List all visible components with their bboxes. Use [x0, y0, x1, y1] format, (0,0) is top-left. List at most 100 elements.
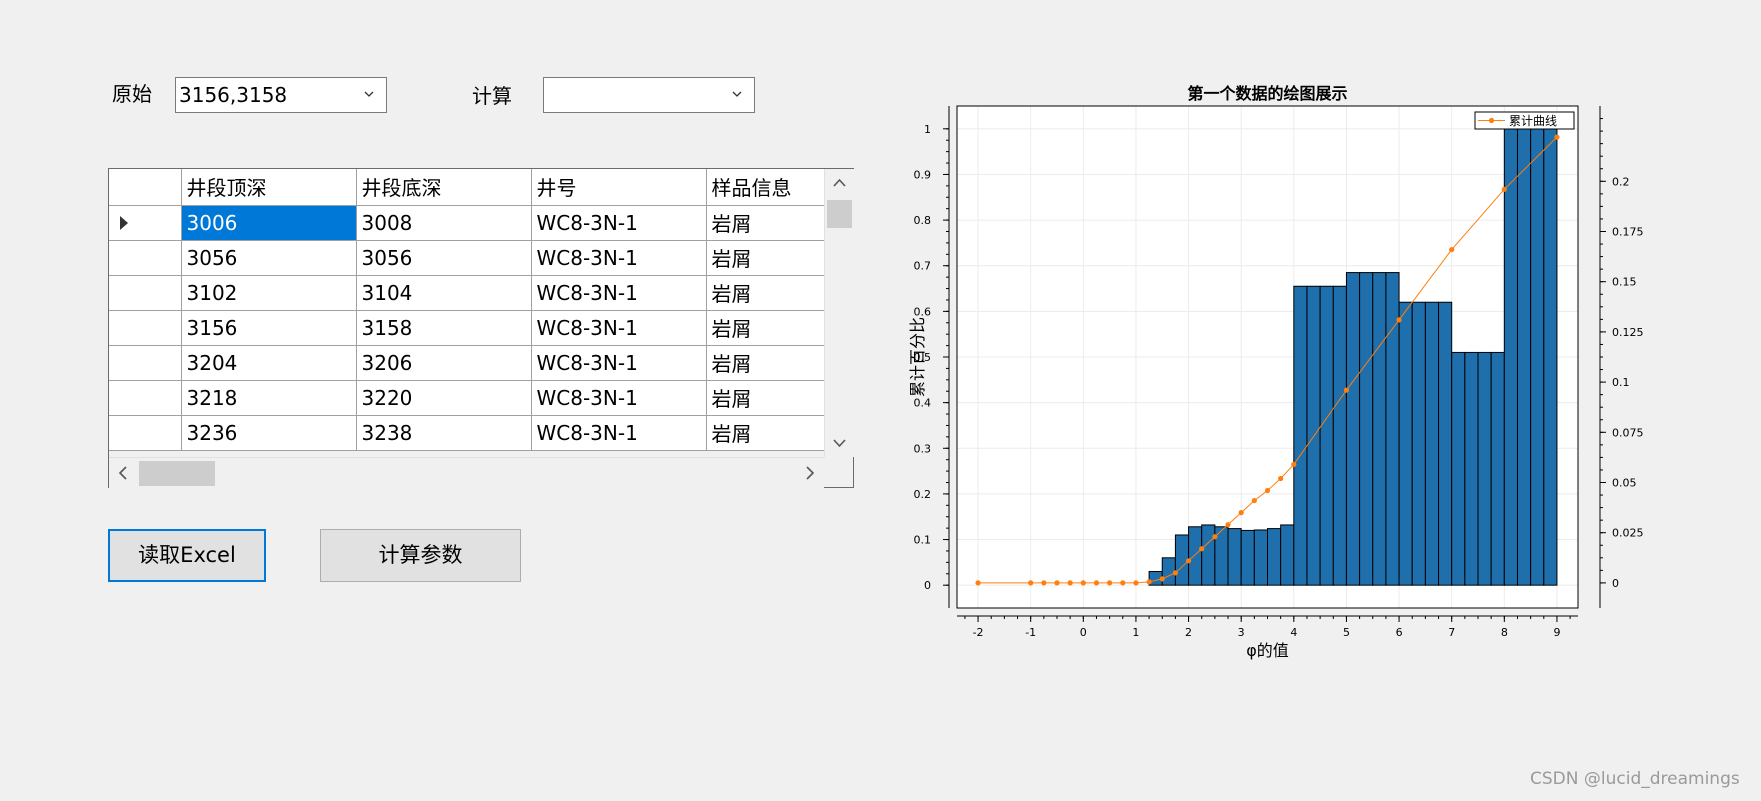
cumulative-point	[1343, 387, 1350, 393]
histogram-bar	[1188, 526, 1203, 586]
cumulative-point	[1554, 134, 1560, 140]
table-cell[interactable]: 岩屑	[706, 380, 825, 416]
table-cell[interactable]: 岩屑	[706, 415, 825, 451]
header-corner	[109, 169, 182, 206]
table-cell[interactable]: 3056	[181, 240, 357, 276]
table-row[interactable]: 3102 3104 WC8-3N-1 岩屑	[109, 275, 825, 311]
x-tick-label: 1	[1132, 626, 1139, 639]
row-header[interactable]	[109, 380, 182, 416]
x-tick-label: 4	[1290, 626, 1297, 639]
y-tick-label: 0.3	[914, 442, 932, 455]
table-cell[interactable]: 3006	[181, 205, 357, 241]
cumulative-point	[1278, 475, 1284, 482]
table-cell[interactable]: WC8-3N-1	[531, 345, 707, 381]
cumulative-point	[975, 580, 981, 586]
y-tick-label: 0.8	[914, 214, 932, 227]
plot-area	[957, 106, 1578, 608]
read-excel-button[interactable]: 读取Excel	[108, 529, 266, 582]
scroll-up-icon[interactable]	[825, 169, 854, 197]
row-header[interactable]	[109, 310, 182, 346]
table-cell[interactable]: 3218	[181, 380, 357, 416]
table-row[interactable]: 3006 3008 WC8-3N-1 岩屑	[109, 205, 825, 241]
legend-box	[1474, 111, 1575, 130]
calc-label: 计算	[472, 84, 512, 108]
cumulative-point	[1291, 461, 1297, 468]
table-cell[interactable]: 3008	[356, 205, 532, 241]
cumulative-point	[1041, 580, 1047, 586]
y-tick-label: 0.9	[914, 168, 932, 181]
cumulative-point	[1159, 576, 1165, 582]
calc-params-button[interactable]: 计算参数	[320, 529, 521, 582]
row-header[interactable]	[109, 345, 182, 381]
table-row[interactable]: 3156 3158 WC8-3N-1 岩屑	[109, 310, 825, 346]
data-grid[interactable]: 井段顶深 井段底深 井号 样品信息 3006 3008 WC8-3N-1 岩屑 3056…	[108, 168, 854, 488]
cumulative-point	[1054, 580, 1060, 586]
table-cell[interactable]: 岩屑	[706, 275, 825, 311]
table-cell[interactable]: 3236	[181, 415, 357, 451]
x-tick-label: -2	[973, 626, 984, 639]
table-cell[interactable]: 3104	[356, 275, 532, 311]
row-header[interactable]	[109, 275, 182, 311]
x-tick-label: 0	[1080, 626, 1087, 639]
table-cell[interactable]: 3056	[356, 240, 532, 276]
row-header[interactable]	[109, 240, 182, 276]
histogram-bar	[1359, 272, 1374, 586]
column-header[interactable]: 井段底深	[356, 169, 532, 206]
x-tick-label: 3	[1238, 626, 1245, 639]
table-cell[interactable]: 3204	[181, 345, 357, 381]
vertical-scroll-thumb[interactable]	[827, 200, 852, 228]
cumulative-point	[1028, 580, 1034, 586]
cumulative-point	[1120, 580, 1126, 586]
table-cell[interactable]: WC8-3N-1	[531, 415, 707, 451]
table-row[interactable]: 3218 3220 WC8-3N-1 岩屑	[109, 380, 825, 416]
histogram-bar	[1267, 528, 1282, 586]
table-cell[interactable]: 岩屑	[706, 310, 825, 346]
column-header[interactable]: 样品信息	[706, 169, 825, 206]
horizontal-scrollbar[interactable]	[109, 457, 824, 488]
table-cell[interactable]: WC8-3N-1	[531, 275, 707, 311]
cumulative-point	[1172, 570, 1179, 576]
table-cell[interactable]: 3206	[356, 345, 532, 381]
histogram-bar	[1253, 529, 1269, 586]
scroll-left-icon[interactable]	[109, 458, 137, 488]
legend-marker	[1488, 117, 1495, 124]
column-header[interactable]: 井段顶深	[181, 169, 357, 206]
table-cell[interactable]: WC8-3N-1	[531, 310, 707, 346]
histogram-bar	[1503, 128, 1518, 586]
scroll-down-icon[interactable]	[825, 429, 854, 457]
histogram-bar	[1201, 524, 1216, 586]
table-cell[interactable]: 3158	[356, 310, 532, 346]
cumulative-line	[978, 136, 1558, 584]
table-cell[interactable]: 岩屑	[706, 240, 825, 276]
row-header[interactable]	[109, 415, 182, 451]
row-header[interactable]	[109, 205, 182, 241]
table-cell[interactable]: WC8-3N-1	[531, 240, 707, 276]
table-cell[interactable]: 岩屑	[706, 345, 825, 381]
table-cell[interactable]: 3220	[356, 380, 532, 416]
histogram-bar	[1464, 351, 1479, 586]
original-combobox[interactable]: 3156,3158	[175, 77, 387, 113]
cumulative-point	[1501, 186, 1507, 192]
table-row[interactable]: 3056 3056 WC8-3N-1 岩屑	[109, 240, 825, 276]
cumulative-point	[1212, 534, 1218, 540]
vertical-scrollbar[interactable]	[824, 169, 854, 457]
table-row[interactable]: 3236 3238 WC8-3N-1 岩屑	[109, 415, 825, 451]
table-cell[interactable]: 3102	[181, 275, 357, 311]
histogram-bar	[1516, 128, 1532, 586]
histogram-bar	[1543, 128, 1558, 586]
cumulative-point	[1251, 497, 1257, 504]
table-cell[interactable]: 岩屑	[706, 205, 825, 241]
column-header[interactable]: 井号	[531, 169, 707, 206]
cumulative-point	[1238, 510, 1244, 516]
scroll-right-icon[interactable]	[796, 458, 824, 488]
table-cell[interactable]: WC8-3N-1	[531, 205, 707, 241]
horizontal-scroll-thumb[interactable]	[139, 461, 215, 486]
table-row[interactable]: 3204 3206 WC8-3N-1 岩屑	[109, 345, 825, 381]
histogram-bar	[1411, 301, 1426, 586]
watermark: CSDN @lucid_dreamings	[1530, 769, 1740, 789]
table-cell[interactable]: WC8-3N-1	[531, 380, 707, 416]
table-cell[interactable]: 3156	[181, 310, 357, 346]
table-cell[interactable]: 3238	[356, 415, 532, 451]
original-label: 原始	[112, 82, 152, 106]
calc-combobox[interactable]	[543, 77, 755, 113]
